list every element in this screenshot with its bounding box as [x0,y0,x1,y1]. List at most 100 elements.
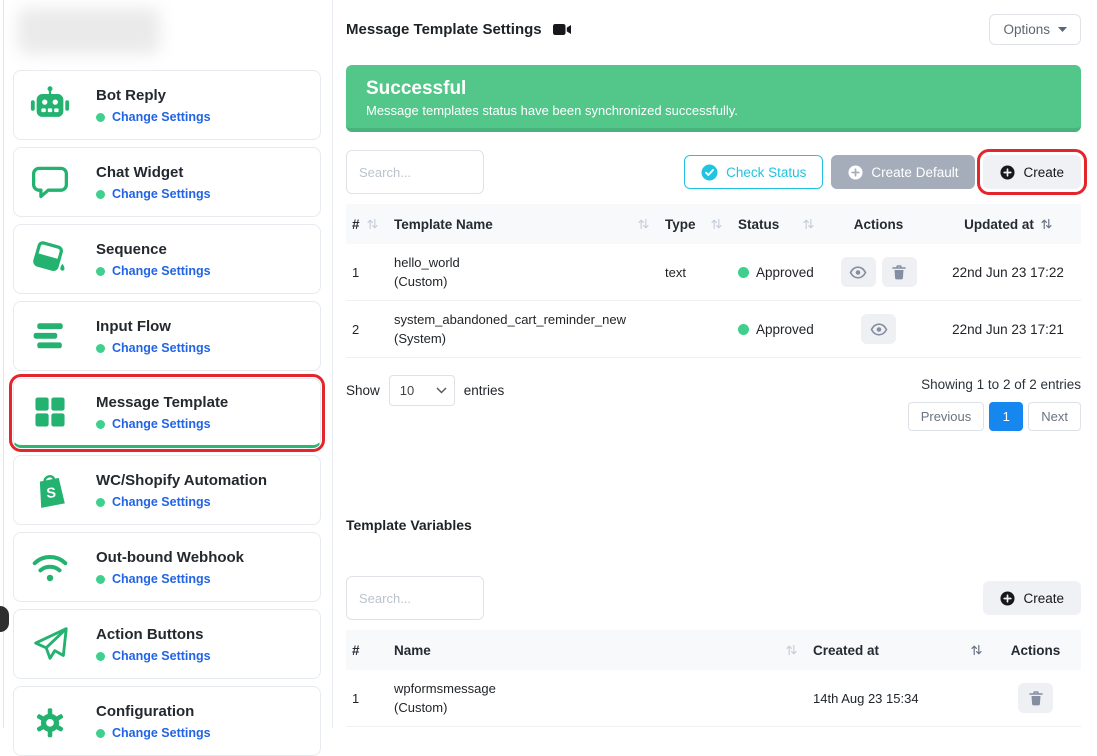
column-header-created-at[interactable]: Created at [805,643,990,658]
sidebar-item-label: Input Flow [96,317,211,337]
status-label: Approved [756,322,814,337]
change-settings-link[interactable]: Change Settings [96,572,244,586]
change-settings-label: Change Settings [112,495,211,509]
change-settings-link[interactable]: Change Settings [96,341,211,355]
view-button[interactable] [841,257,876,287]
column-header--[interactable]: # [346,217,386,232]
create-default-button[interactable]: Create Default [831,155,975,189]
templates-search-input[interactable] [346,150,484,194]
delete-button[interactable] [1018,683,1053,713]
change-settings-link[interactable]: Change Settings [96,187,211,201]
bars-icon [28,314,72,358]
check-status-button[interactable]: Check Status [684,155,823,189]
delete-button[interactable] [882,257,917,287]
sidebar-item-action-buttons[interactable]: Action Buttons Change Settings [13,609,321,679]
change-settings-label: Change Settings [112,341,211,355]
sidebar-item-message-template[interactable]: Message Template Change Settings [13,378,321,448]
column-label: Status [738,217,779,232]
sort-icon [711,218,722,230]
sidebar-item-sequence[interactable]: Sequence Change Settings [13,224,321,294]
status-dot-icon [96,113,105,122]
change-settings-link[interactable]: Change Settings [96,110,211,124]
main-panel: Message Template Settings Options Succes… [334,0,1097,728]
sidebar-nav: Bot Reply Change Settings Chat Widget Ch… [13,70,321,756]
sidebar-item-label: Out-bound Webhook [96,548,244,568]
column-header-actions[interactable]: Actions [990,643,1081,658]
change-settings-link[interactable]: Change Settings [96,495,267,509]
template-type: text [657,265,730,280]
view-button[interactable] [861,314,896,344]
next-page-button[interactable]: Next [1028,402,1081,431]
page-1-button[interactable]: 1 [989,402,1023,431]
sidebar-item-label: Chat Widget [96,163,211,183]
column-header--[interactable]: # [346,643,386,658]
variables-toolbar: Create [346,576,1081,620]
sidebar-item-label: Message Template [96,393,228,413]
status-dot-icon [96,498,105,507]
sidebar-item-wc-shopify-automation[interactable]: S WC/Shopify Automation Change Settings [13,455,321,525]
show-label: Show [346,383,380,398]
sidebar-item-label: Action Buttons [96,625,211,645]
video-camera-icon[interactable] [553,23,572,36]
template-variables-title: Template Variables [346,517,1081,533]
column-header-template-name[interactable]: Template Name [386,217,657,232]
variables-search-input[interactable] [346,576,484,620]
sidebar-item-bot-reply[interactable]: Bot Reply Change Settings [13,70,321,140]
column-header-type[interactable]: Type [657,217,730,232]
row-index: 1 [346,691,386,706]
check-circle-icon [701,164,718,181]
table-row: 2 system_abandoned_cart_reminder_new (Sy… [346,301,1081,358]
sort-icon [971,644,982,656]
status-dot-icon [96,420,105,429]
status-dot-icon [96,267,105,276]
sidebar-item-label: WC/Shopify Automation [96,471,267,491]
sidebar-item-chat-widget[interactable]: Chat Widget Change Settings [13,147,321,217]
sort-icon [1041,218,1052,230]
column-label: Name [394,643,431,658]
change-settings-link[interactable]: Change Settings [96,264,211,278]
change-settings-label: Change Settings [112,417,211,431]
paper-plane-icon [28,622,72,666]
chat-bubble-icon [28,160,72,204]
status-label: Approved [756,265,814,280]
sort-icon [786,644,797,656]
variables-create-label: Create [1023,591,1064,606]
page-size-select[interactable]: 10 [389,375,455,406]
sort-icon [367,218,378,230]
create-button[interactable]: Create [983,155,1081,189]
status-dot-icon [96,652,105,661]
create-default-label: Create Default [871,165,958,180]
change-settings-link[interactable]: Change Settings [96,649,211,663]
plus-circle-icon [1000,591,1015,606]
change-settings-link[interactable]: Change Settings [96,726,211,740]
row-index: 1 [346,265,386,280]
change-settings-label: Change Settings [112,110,211,124]
previous-page-button[interactable]: Previous [908,402,985,431]
column-header-actions[interactable]: Actions [822,217,935,232]
shopify-bag-icon: S [28,468,72,512]
alert-message: Message templates status have been synch… [366,103,1061,118]
template-name: hello_world [394,253,649,272]
sidebar-item-out-bound-webhook[interactable]: Out-bound Webhook Change Settings [13,532,321,602]
sidebar-item-configuration[interactable]: Configuration Change Settings [13,686,321,756]
plus-circle-icon [848,165,863,180]
updated-at: 22nd Jun 23 17:21 [935,322,1081,337]
status-dot-icon [738,267,749,278]
options-button[interactable]: Options [989,14,1081,45]
templates-table-footer: Show 10 entries Showing 1 to 2 of 2 entr… [346,375,1081,431]
column-header-updated-at[interactable]: Updated at [935,217,1081,232]
column-header-status[interactable]: Status [730,217,822,232]
check-status-label: Check Status [726,165,806,180]
status-dot-icon [96,190,105,199]
variables-table-body: 1 wpformsmessage (Custom) 14th Aug 23 15… [346,670,1081,727]
column-header-name[interactable]: Name [386,643,805,658]
updated-at: 22nd Jun 23 17:22 [935,265,1081,280]
row-actions [990,683,1081,713]
sidebar-item-input-flow[interactable]: Input Flow Change Settings [13,301,321,371]
variables-create-button[interactable]: Create [983,581,1081,615]
gear-icon [28,699,72,743]
plus-circle-icon [1000,165,1015,180]
row-actions [822,314,935,344]
page-title: Message Template Settings [346,21,542,38]
change-settings-link[interactable]: Change Settings [96,417,228,431]
